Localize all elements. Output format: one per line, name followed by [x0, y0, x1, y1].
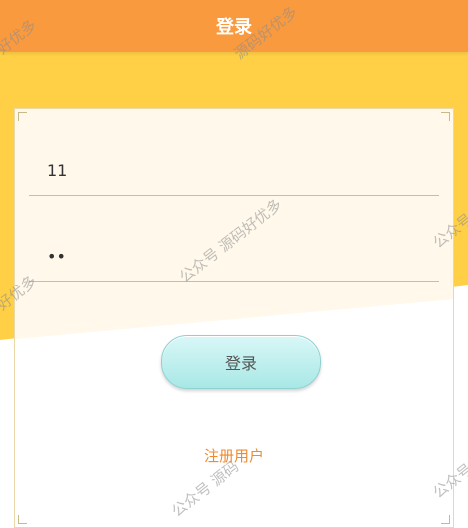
password-field — [29, 231, 439, 282]
page-title: 登录 — [216, 17, 252, 38]
register-link[interactable]: 注册用户 — [15, 445, 453, 466]
login-button[interactable]: 登录 — [161, 335, 321, 389]
corner-ornament — [441, 112, 450, 121]
corner-ornament — [18, 515, 27, 524]
password-input[interactable] — [45, 237, 429, 275]
username-field — [29, 145, 439, 196]
username-input[interactable] — [45, 151, 429, 189]
card-bottom-area — [15, 299, 453, 527]
header-bar: 登录 — [0, 0, 468, 52]
corner-ornament — [441, 515, 450, 524]
login-card: 登录 注册用户 — [14, 108, 454, 528]
corner-ornament — [18, 112, 27, 121]
